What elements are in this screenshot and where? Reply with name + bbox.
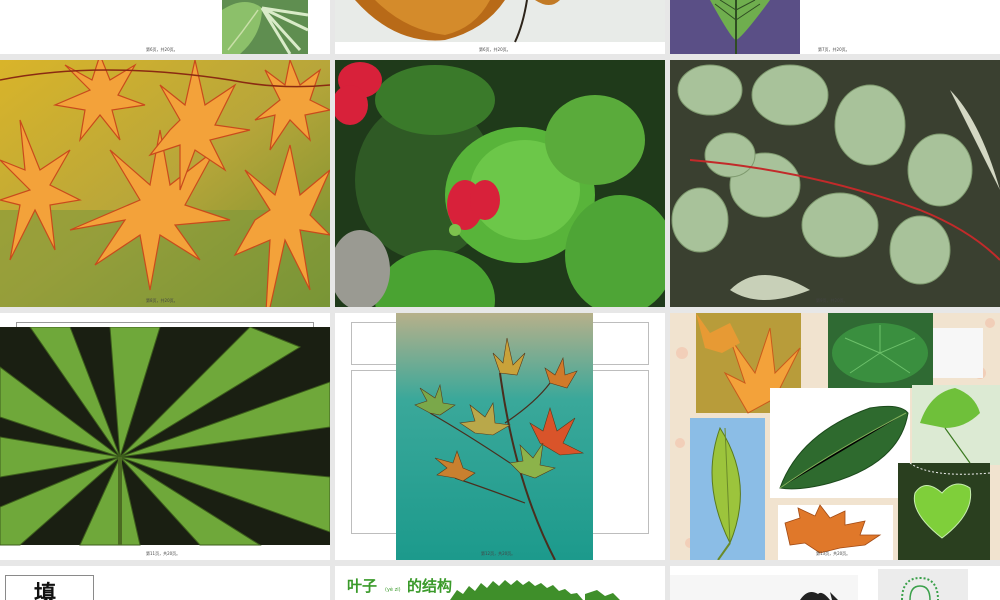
serrated-leaf-photo [450, 580, 620, 600]
palmate-leaf-photo [0, 327, 330, 546]
slide-thumbnail-10[interactable]: 填 [0, 566, 330, 600]
page-number: 第11页，共20页。 [146, 551, 181, 556]
page-number: 第12页，共20页。 [481, 551, 516, 556]
slide-thumbnail-7[interactable]: 第11页，共20页。 [0, 313, 330, 560]
slide-thumbnail-4[interactable]: 第8页，共20页。 [0, 60, 330, 307]
slide-thumbnail-11[interactable]: 叶子 (yè zi) 的结构 [335, 566, 665, 600]
page-number: 第9页，共20页。 [816, 298, 848, 303]
ginkgo-photo [335, 0, 665, 43]
page-number: 第7页，共20页。 [818, 47, 850, 52]
slide-thumbnail-2[interactable]: 第6页，共20页。 [335, 0, 665, 54]
slide-thumbnail-8[interactable]: 第12页，共20页。 [335, 313, 665, 560]
slide-thumbnail-9[interactable]: 第13页，共20页。 [670, 313, 1000, 560]
slide-heading-pinyin: (yè zi) [385, 587, 401, 593]
slide-heading: 叶子 [347, 577, 378, 595]
slide-thumbnail-5[interactable] [335, 60, 665, 307]
begonia-photo [335, 60, 665, 307]
leaf-collage [670, 313, 1000, 560]
page-number: 第8页，共20页。 [146, 298, 178, 303]
page-number: 第6页，共20页。 [146, 47, 178, 52]
leaf-diagram-images [670, 569, 968, 600]
slide-thumbnail-3[interactable]: 第7页，共20页。 [670, 0, 1000, 54]
autumn-twig-photo [396, 313, 593, 560]
round-leaves-photo [670, 60, 1000, 307]
slide-thumbnail-1[interactable]: 第6页，共20页。 [0, 0, 330, 54]
slide-heading-suffix: 的结构 [407, 577, 453, 595]
page-number: 第13页，共20页。 [816, 551, 851, 556]
page-number: 第6页，共20页。 [479, 47, 511, 52]
slide-heading: 填 [34, 582, 57, 600]
slide-thumbnail-6[interactable]: 第9页，共20页。 [670, 60, 1000, 307]
maple-leaves-photo [0, 60, 330, 307]
leaf-photo [222, 0, 309, 54]
slide-thumbnail-12[interactable] [670, 566, 1000, 600]
leaf-purple-photo [670, 0, 800, 54]
